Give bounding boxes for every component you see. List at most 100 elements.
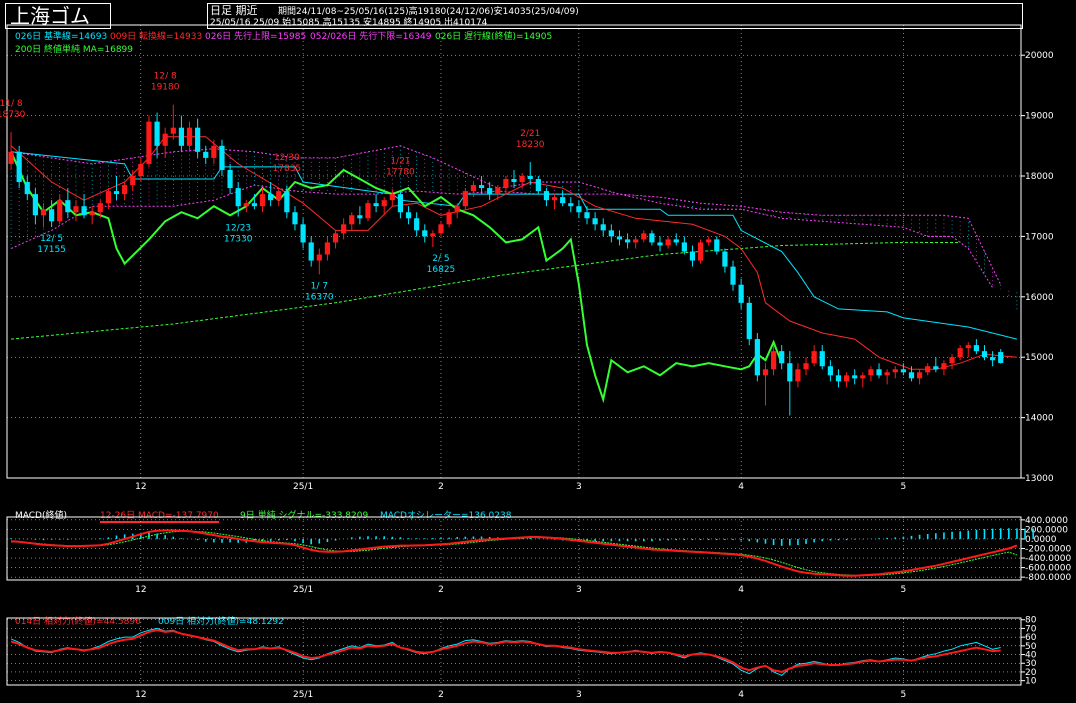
candle-body bbox=[487, 188, 493, 195]
candle-body bbox=[576, 206, 582, 213]
candle-body bbox=[300, 224, 306, 243]
price-annotation: 18230 bbox=[516, 140, 545, 150]
candle-body bbox=[876, 369, 882, 376]
candle-body bbox=[178, 127, 185, 146]
candle-body bbox=[332, 233, 339, 243]
legend-senkou-b: 052/026日 先行下限=16349 bbox=[310, 32, 432, 42]
price-annotation: 12/23 bbox=[225, 223, 251, 233]
rsi-ytick-label: 60 bbox=[1025, 633, 1037, 643]
candle-body bbox=[462, 191, 468, 207]
price-ytick-label: 20000 bbox=[1025, 51, 1054, 61]
rsi-ytick-label: 80 bbox=[1025, 616, 1037, 626]
candle-body bbox=[268, 194, 274, 201]
candle-body bbox=[551, 197, 558, 201]
candle-body bbox=[714, 239, 720, 252]
price-annotation: 16825 bbox=[427, 265, 456, 275]
legend-senkou-a: 026日 先行上限=15985 bbox=[205, 32, 307, 42]
candle-body bbox=[657, 242, 663, 246]
macd-xtick-label: 12 bbox=[135, 585, 146, 595]
candle-body bbox=[397, 194, 404, 213]
candle-body bbox=[365, 203, 371, 219]
candle-body bbox=[535, 179, 541, 192]
rsi-ytick-label: 40 bbox=[1025, 651, 1037, 661]
price-annotation: 1/21 bbox=[390, 156, 410, 166]
candle-body bbox=[754, 339, 760, 376]
price-xtick-label: 12 bbox=[135, 482, 146, 492]
macd-legend-osc: MACDオシレーター=136.0238 bbox=[380, 511, 512, 521]
candle-body bbox=[16, 151, 22, 183]
candle-body bbox=[170, 127, 176, 134]
tenkan-line bbox=[10, 136, 1017, 370]
candle-body bbox=[892, 369, 898, 373]
legend-ma200: 200日 終値単純 MA=16899 bbox=[15, 45, 133, 55]
senkou-b-line bbox=[10, 184, 1002, 285]
latest-bar-info: 25/05/16 25/09 始15085 高15135 安14895 終149… bbox=[210, 18, 488, 28]
macd-ytick-label: 400.0000 bbox=[1025, 516, 1068, 526]
price-ytick-label: 18000 bbox=[1025, 172, 1054, 182]
candle-body bbox=[860, 375, 866, 379]
candle-body bbox=[884, 372, 890, 376]
candle-body bbox=[57, 200, 63, 222]
macd-ytick-label: -400.0000 bbox=[1025, 554, 1071, 564]
candle-body bbox=[738, 284, 744, 303]
macd-ytick-label: -800.0000 bbox=[1025, 573, 1071, 583]
candle-body bbox=[162, 133, 168, 146]
price-ytick-label: 14000 bbox=[1025, 414, 1054, 424]
candle-body bbox=[795, 369, 801, 382]
candle-body bbox=[24, 182, 30, 195]
candle-body bbox=[941, 363, 947, 370]
candle-body bbox=[852, 375, 858, 379]
candle-body bbox=[616, 236, 623, 240]
candle-body bbox=[292, 212, 298, 225]
candle-body bbox=[811, 351, 817, 364]
candle-body bbox=[973, 345, 979, 352]
price-annotation: 16370 bbox=[305, 292, 334, 302]
rsi-ytick-label: 50 bbox=[1025, 642, 1037, 652]
candle-body bbox=[138, 163, 144, 176]
candle-body bbox=[665, 239, 671, 246]
chikou-line bbox=[10, 151, 783, 404]
candle-body bbox=[600, 224, 606, 231]
candle-body bbox=[592, 218, 598, 225]
candle-body bbox=[276, 191, 282, 201]
macd-ytick-label: -200.0000 bbox=[1025, 545, 1071, 555]
candle-body bbox=[8, 151, 14, 164]
candle-body bbox=[130, 176, 136, 186]
macd-xtick-label: 3 bbox=[576, 585, 582, 595]
candle-body bbox=[543, 191, 550, 201]
rsi9-line bbox=[10, 627, 1001, 676]
candle-body bbox=[779, 351, 785, 364]
candle-body bbox=[706, 239, 712, 243]
candle-body bbox=[917, 372, 923, 379]
candle-body bbox=[32, 194, 38, 216]
candle-body bbox=[243, 203, 249, 207]
candle-body bbox=[227, 169, 233, 189]
candle-body bbox=[478, 185, 485, 189]
candle-body bbox=[641, 233, 647, 240]
rsi-legend-9: 009日 相対力(終値)=48.1292 bbox=[158, 617, 284, 627]
candle-body bbox=[949, 357, 955, 364]
candle-body bbox=[341, 224, 347, 234]
candle-body bbox=[803, 363, 809, 370]
price-annotation: 17780 bbox=[386, 167, 415, 177]
candle-body bbox=[438, 224, 444, 234]
rsi-xtick-label: 5 bbox=[901, 690, 907, 700]
candle-body bbox=[203, 151, 209, 158]
candle-body bbox=[454, 206, 460, 213]
candle-body bbox=[81, 206, 87, 216]
candle-body bbox=[219, 145, 225, 170]
candle-body bbox=[324, 242, 331, 255]
rsi-xtick-label: 25/1 bbox=[293, 690, 313, 700]
rsi-ytick-label: 10 bbox=[1025, 677, 1037, 687]
rsi-ytick-label: 70 bbox=[1025, 624, 1037, 634]
price-frame bbox=[6, 24, 1022, 479]
candle-body bbox=[584, 212, 590, 219]
candle-body bbox=[511, 179, 517, 183]
candle-body bbox=[673, 239, 679, 243]
legend-kijun: 026日 基準線=14693 bbox=[15, 32, 108, 42]
candle-body bbox=[819, 351, 825, 367]
price-annotation: 1/ 7 bbox=[311, 281, 328, 291]
candle-body bbox=[389, 194, 395, 201]
price-annotation: 11/ 8 bbox=[0, 99, 23, 109]
price-xtick-label: 3 bbox=[576, 482, 582, 492]
